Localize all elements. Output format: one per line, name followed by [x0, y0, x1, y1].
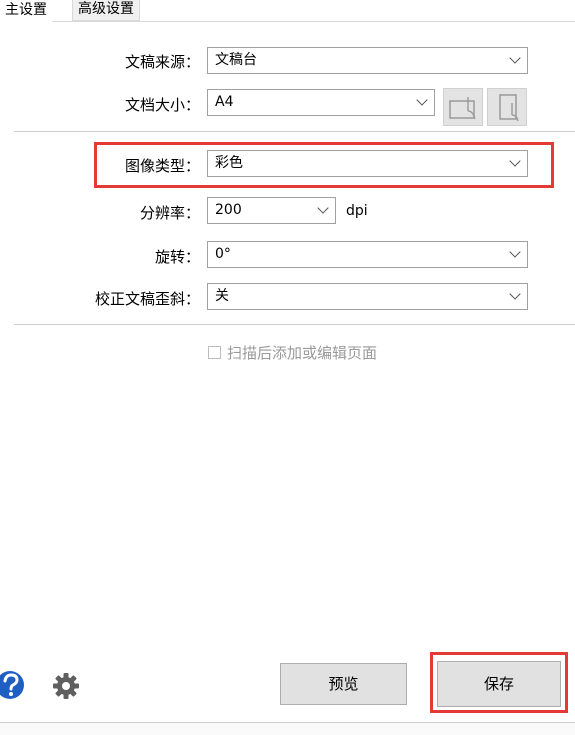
- gear-icon[interactable]: [51, 671, 81, 701]
- deskew-label: 校正文稿歪斜：: [94, 290, 200, 308]
- resolution-unit: dpi: [346, 203, 368, 219]
- add-edit-pages-checkbox[interactable]: [208, 346, 221, 359]
- image-type-select[interactable]: 彩色: [207, 150, 528, 177]
- tab-main-settings[interactable]: 主设置: [0, 0, 52, 22]
- image-type-value: 彩色: [215, 155, 243, 171]
- document-size-value: A4: [215, 94, 234, 110]
- document-source-value: 文稿台: [215, 52, 257, 68]
- tab-bar: 主设置 高级设置: [0, 0, 575, 22]
- resolution-value: 200: [215, 202, 242, 218]
- resolution-select[interactable]: 200: [207, 197, 336, 224]
- landscape-button[interactable]: [443, 88, 483, 126]
- page-landscape-icon: [449, 97, 476, 120]
- help-icon[interactable]: [0, 669, 26, 701]
- add-edit-pages-label: 扫描后添加或编辑页面: [227, 344, 378, 362]
- chevron-down-icon: [509, 288, 521, 300]
- rotate-select[interactable]: 0°: [207, 241, 528, 268]
- resolution-label: 分辨率：: [139, 204, 200, 222]
- chevron-down-icon: [509, 155, 521, 167]
- tab-advanced-settings[interactable]: 高级设置: [72, 0, 140, 21]
- rotate-value: 0°: [215, 246, 231, 262]
- document-size-label: 文档大小：: [124, 96, 200, 114]
- status-bar: [0, 722, 575, 735]
- page-portrait-icon: [499, 94, 519, 122]
- save-button[interactable]: 保存: [437, 661, 561, 707]
- chevron-down-icon: [416, 94, 428, 106]
- section-divider: [14, 131, 575, 132]
- document-source-label: 文稿来源：: [124, 53, 200, 71]
- document-source-select[interactable]: 文稿台: [207, 47, 528, 74]
- rotate-label: 旋转：: [154, 248, 200, 266]
- chevron-down-icon: [509, 52, 521, 64]
- deskew-value: 关: [215, 288, 229, 304]
- deskew-select[interactable]: 关: [207, 283, 528, 310]
- portrait-button[interactable]: [487, 88, 527, 126]
- chevron-down-icon: [317, 202, 329, 214]
- chevron-down-icon: [509, 246, 521, 258]
- document-size-select[interactable]: A4: [207, 89, 435, 116]
- preview-button[interactable]: 预览: [280, 663, 407, 705]
- section-divider: [14, 324, 575, 325]
- image-type-label: 图像类型：: [124, 157, 200, 175]
- add-edit-pages-checkbox-row[interactable]: 扫描后添加或编辑页面: [208, 342, 377, 363]
